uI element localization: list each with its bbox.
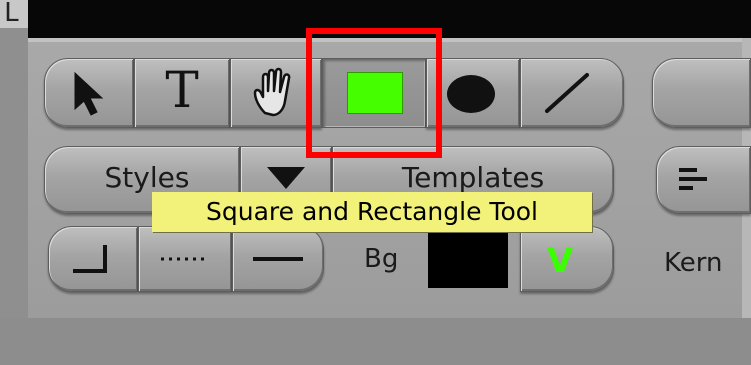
- hand-icon: [253, 67, 291, 117]
- window-corner-glyph: L: [4, 0, 20, 28]
- left-strip: [0, 28, 28, 318]
- text-tool-button[interactable]: T: [134, 58, 230, 128]
- right-side-button-top[interactable]: [652, 58, 751, 128]
- checkmark-button[interactable]: V: [520, 226, 614, 292]
- solid-line-button[interactable]: [232, 226, 324, 292]
- tooltip: Square and Rectangle Tool: [152, 192, 592, 232]
- kern-label: Kern: [664, 248, 723, 278]
- arrow-tool-button[interactable]: [44, 58, 134, 128]
- corner-style-button[interactable]: [48, 226, 138, 292]
- arrow-cursor-icon: [74, 71, 104, 116]
- workspace-background: [0, 318, 751, 365]
- check-icon: V: [546, 241, 574, 281]
- dotted-line-icon: [161, 257, 209, 261]
- line-tool-button[interactable]: [520, 58, 624, 128]
- selection-highlight-box: [306, 28, 442, 158]
- line-icon: [545, 73, 589, 113]
- ellipse-icon: [447, 75, 495, 113]
- background-color-swatch[interactable]: [428, 230, 508, 288]
- text-icon: T: [165, 61, 199, 119]
- align-left-icon: [679, 168, 707, 190]
- templates-label: Templates: [401, 161, 545, 194]
- bg-label: Bg: [364, 244, 399, 274]
- dotted-line-button[interactable]: [138, 226, 232, 292]
- triangle-down-icon: [267, 167, 305, 189]
- corner-line-icon: [73, 245, 107, 273]
- align-left-button[interactable]: [656, 146, 751, 214]
- styles-label: Styles: [104, 161, 190, 194]
- solid-line-icon: [253, 257, 303, 261]
